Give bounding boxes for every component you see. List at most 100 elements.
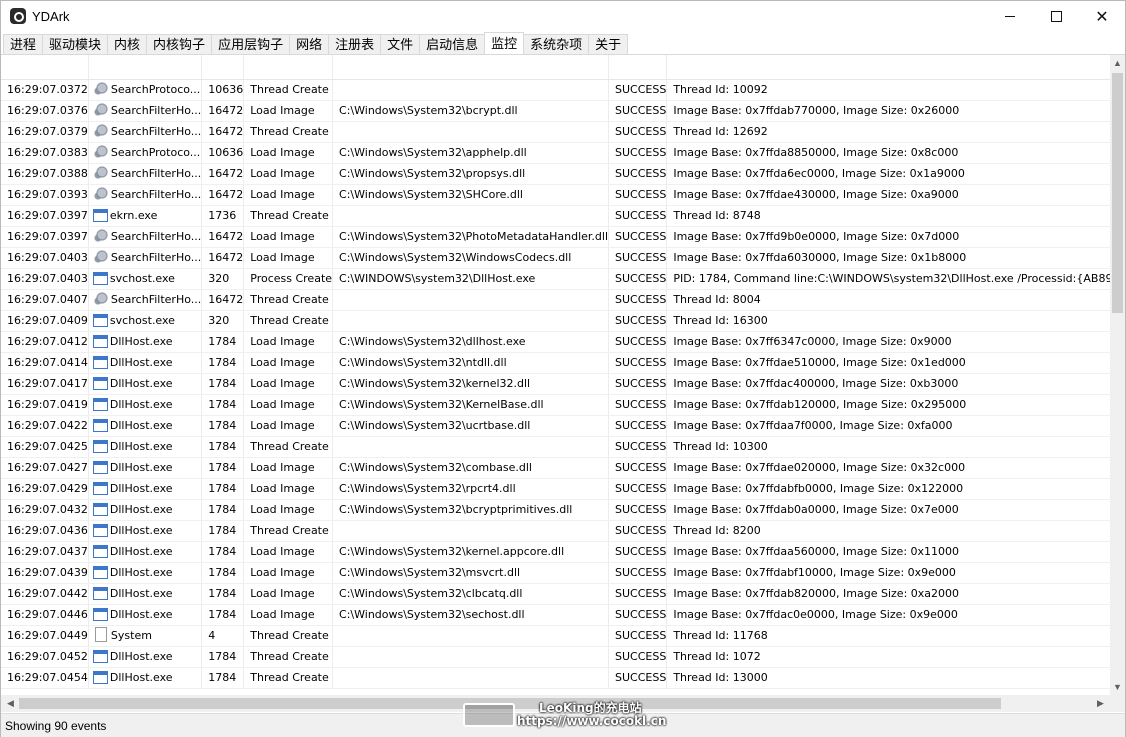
column-header[interactable] xyxy=(243,55,334,80)
cell-pid: 1784 xyxy=(201,331,245,353)
table-row[interactable]: 16:29:07.0414 DllHost.exe 1784 Load Image C:… xyxy=(1,352,1110,374)
tab-list: 进程 驱动模块 内核 内核钩子 应用层钩子 网络 注册表 文件 启动信息 监控 系统杂项 关于 xyxy=(3,32,629,54)
table-row[interactable]: 16:29:07.0397 ekrn.exe 1736 Thread Create SU… xyxy=(1,205,1110,227)
exe-icon xyxy=(92,650,108,663)
vertical-scroll-thumb[interactable] xyxy=(1112,73,1123,313)
table-row[interactable]: 16:29:07.0409 svchost.exe 320 Thread Create… xyxy=(1,310,1110,332)
tab-11[interactable]: 关于 xyxy=(588,34,629,54)
column-header[interactable] xyxy=(608,55,668,80)
cell-process: DllHost.exe xyxy=(88,331,203,353)
gear-icon xyxy=(92,103,109,117)
cell-pid: 10636 xyxy=(201,79,245,101)
table-row[interactable]: 16:29:07.0436 DllHost.exe 1784 Thread Creat… xyxy=(1,520,1110,542)
tab-5[interactable]: 网络 xyxy=(289,34,330,54)
cell-process: DllHost.exe xyxy=(88,352,203,374)
table-row[interactable]: 16:29:07.0446 DllHost.exe 1784 Load Image C:… xyxy=(1,604,1110,626)
cell-pid: 320 xyxy=(201,268,245,290)
table-row[interactable]: 16:29:07.0419 DllHost.exe 1784 Load Image C:… xyxy=(1,394,1110,416)
tab-10[interactable]: 系统杂项 xyxy=(523,34,590,54)
table-row[interactable]: 16:29:07.0376 SearchFilterHo... 16472 Load … xyxy=(1,100,1110,122)
table-row[interactable]: 16:29:07.0429 DllHost.exe 1784 Load Image C:… xyxy=(1,478,1110,500)
cell-time: 16:29:07.0452 xyxy=(1,646,89,668)
cell-pid: 1784 xyxy=(201,520,245,542)
column-header-row[interactable] xyxy=(1,55,1110,80)
watermark-logo-icon xyxy=(463,703,515,727)
cell-path xyxy=(332,646,610,668)
title-bar[interactable]: YDArk ✕ xyxy=(1,1,1125,32)
cell-time: 16:29:07.0412 xyxy=(1,331,89,353)
tab-8[interactable]: 启动信息 xyxy=(419,34,486,54)
table-row[interactable]: 16:29:07.0379 SearchFilterHo... 16472 Threa… xyxy=(1,121,1110,143)
cell-path: C:\Windows\System32\SHCore.dll xyxy=(332,184,610,206)
column-header[interactable] xyxy=(332,55,610,80)
tab-2[interactable]: 内核 xyxy=(107,34,148,54)
close-button[interactable]: ✕ xyxy=(1079,1,1125,32)
gear-icon xyxy=(92,229,109,243)
scroll-down-arrow-icon[interactable]: ▼ xyxy=(1110,679,1125,695)
cell-detail: Thread Id: 13000 xyxy=(666,667,1110,689)
event-list[interactable]: 16:29:07.0372 SearchProtoco... 10636 Thread… xyxy=(1,55,1110,695)
process-name: DllHost.exe xyxy=(109,482,173,495)
cell-detail: Image Base: 0x7ffda8850000, Image Size: … xyxy=(666,142,1110,164)
column-header[interactable] xyxy=(666,55,1110,80)
tab-4[interactable]: 应用层钩子 xyxy=(211,34,291,54)
cell-time: 16:29:07.0454 xyxy=(1,667,89,689)
scroll-up-arrow-icon[interactable]: ▲ xyxy=(1110,55,1125,71)
table-row[interactable]: 16:29:07.0454 DllHost.exe 1784 Thread Creat… xyxy=(1,667,1110,689)
cell-result: SUCCESS xyxy=(608,310,668,332)
cell-op: Thread Create xyxy=(243,121,334,143)
exe-icon xyxy=(92,461,108,474)
table-row[interactable]: 16:29:07.0372 SearchProtoco... 10636 Thread… xyxy=(1,79,1110,101)
table-row[interactable]: 16:29:07.0449 System 4 Thread Create SUCCESS… xyxy=(1,625,1110,647)
cell-time: 16:29:07.0439 xyxy=(1,562,89,584)
table-row[interactable]: 16:29:07.0407 SearchFilterHo... 16472 Threa… xyxy=(1,289,1110,311)
cell-process: DllHost.exe xyxy=(88,373,203,395)
cell-time: 16:29:07.0427 xyxy=(1,457,89,479)
exe-icon xyxy=(92,272,108,285)
table-row[interactable]: 16:29:07.0403 SearchFilterHo... 16472 Load … xyxy=(1,247,1110,269)
cell-process: SearchFilterHo... xyxy=(88,100,203,122)
tab-0[interactable]: 进程 xyxy=(3,34,44,54)
cell-result: SUCCESS xyxy=(608,625,668,647)
table-row[interactable]: 16:29:07.0442 DllHost.exe 1784 Load Image C:… xyxy=(1,583,1110,605)
table-row[interactable]: 16:29:07.0412 DllHost.exe 1784 Load Image C:… xyxy=(1,331,1110,353)
table-row[interactable]: 16:29:07.0417 DllHost.exe 1784 Load Image C:… xyxy=(1,373,1110,395)
cell-path: C:\Windows\System32\sechost.dll xyxy=(332,604,610,626)
table-row[interactable]: 16:29:07.0383 SearchProtoco... 10636 Load I… xyxy=(1,142,1110,164)
table-row[interactable]: 16:29:07.0437 DllHost.exe 1784 Load Image C:… xyxy=(1,541,1110,563)
table-row[interactable]: 16:29:07.0388 SearchFilterHo... 16472 Load … xyxy=(1,163,1110,185)
cell-op: Thread Create xyxy=(243,310,334,332)
tab-9[interactable]: 监控 xyxy=(484,32,525,54)
table-row[interactable]: 16:29:07.0403 svchost.exe 320 Process Creat… xyxy=(1,268,1110,290)
tab-3[interactable]: 内核钩子 xyxy=(146,34,213,54)
tab-7[interactable]: 文件 xyxy=(380,34,421,54)
column-header[interactable] xyxy=(201,55,245,80)
table-row[interactable]: 16:29:07.0427 DllHost.exe 1784 Load Image C:… xyxy=(1,457,1110,479)
scroll-right-arrow-icon[interactable]: ▶ xyxy=(1093,695,1108,712)
column-header[interactable] xyxy=(88,55,203,80)
minimize-button[interactable] xyxy=(987,1,1033,32)
table-row[interactable]: 16:29:07.0439 DllHost.exe 1784 Load Image C:… xyxy=(1,562,1110,584)
table-row[interactable]: 16:29:07.0422 DllHost.exe 1784 Load Image C:… xyxy=(1,415,1110,437)
gear-icon xyxy=(92,124,109,138)
tab-1[interactable]: 驱动模块 xyxy=(42,34,109,54)
process-name: DllHost.exe xyxy=(109,356,173,369)
table-row[interactable]: 16:29:07.0393 SearchFilterHo... 16472 Load … xyxy=(1,184,1110,206)
vertical-scrollbar[interactable]: ▲ ▼ xyxy=(1110,55,1125,695)
cell-op: Load Image xyxy=(243,562,334,584)
gear-icon xyxy=(92,82,109,96)
cell-process: SearchProtoco... xyxy=(88,79,203,101)
process-name: DllHost.exe xyxy=(109,566,173,579)
tab-6[interactable]: 注册表 xyxy=(328,34,382,54)
column-header[interactable] xyxy=(1,55,89,80)
cell-op: Load Image xyxy=(243,583,334,605)
scroll-left-arrow-icon[interactable]: ◀ xyxy=(3,695,18,712)
table-row[interactable]: 16:29:07.0432 DllHost.exe 1784 Load Image C:… xyxy=(1,499,1110,521)
cell-time: 16:29:07.0407 xyxy=(1,289,89,311)
cell-path: C:\Windows\System32\bcrypt.dll xyxy=(332,100,610,122)
process-name: DllHost.exe xyxy=(109,671,173,684)
table-row[interactable]: 16:29:07.0452 DllHost.exe 1784 Thread Creat… xyxy=(1,646,1110,668)
table-row[interactable]: 16:29:07.0425 DllHost.exe 1784 Thread Creat… xyxy=(1,436,1110,458)
table-row[interactable]: 16:29:07.0397 SearchFilterHo... 16472 Load … xyxy=(1,226,1110,248)
maximize-button[interactable] xyxy=(1033,1,1079,32)
